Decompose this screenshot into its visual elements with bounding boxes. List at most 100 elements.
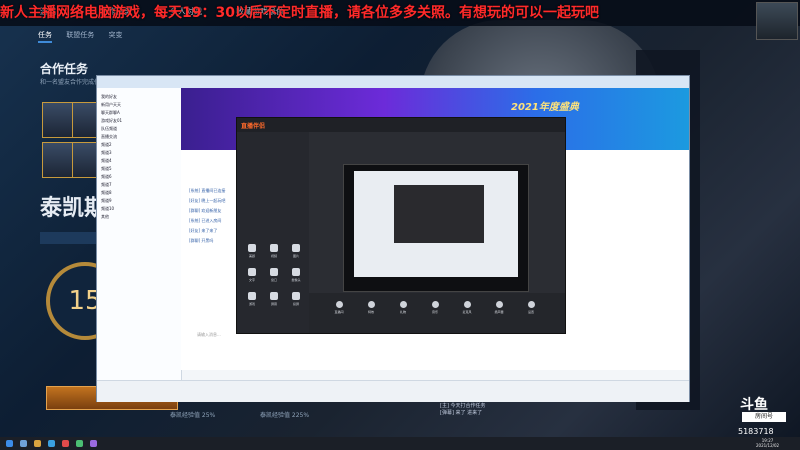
commander-portrait[interactable] [42, 102, 74, 138]
contact-item[interactable]: 频道7 [101, 182, 112, 188]
contact-item[interactable]: 频道3 [101, 150, 112, 156]
toolbar-label: 音乐 [431, 310, 438, 314]
banner-text: 2021年度盛典 [511, 102, 579, 113]
toolbar-icon [527, 301, 535, 308]
tool-button[interactable]: 摄像头 [285, 268, 307, 286]
clock-date: 2021/12/02 [756, 443, 780, 448]
contact-item[interactable]: 频道9 [101, 198, 112, 204]
contact-item[interactable]: 频道2 [101, 142, 112, 148]
toolbar-icon [367, 301, 375, 308]
taskbar-app-icon[interactable] [76, 440, 83, 447]
tool-label: 屏幕 [270, 302, 277, 306]
room-id: 5183718 [738, 427, 774, 436]
taskbar-clock[interactable]: 19:27 2021/12/02 [756, 438, 779, 448]
stream-preview[interactable] [343, 164, 529, 292]
coop-title: 合作任务 [40, 62, 89, 76]
window-bottom-bar [97, 380, 689, 402]
douyu-logo: 斗鱼 [740, 397, 768, 413]
toolbar-label: 礼物 [399, 310, 406, 314]
chat-message: [系统] 直播间已连接 [189, 188, 226, 193]
toolbar-icon [335, 301, 343, 308]
chat-message: [群聊] 开黑吗 [189, 238, 214, 243]
toolbar-label: 直播间 [334, 310, 344, 314]
stream-toolbar: 直播间 特效 礼物 音乐 麦克风 扬声器 设置 [309, 293, 565, 333]
toolbar-icon [399, 301, 407, 308]
commander-portrait[interactable] [42, 142, 74, 178]
windows-start-icon[interactable] [6, 440, 13, 447]
room-label: 房间号 [742, 412, 786, 422]
preview-screen [354, 171, 518, 277]
chat-input[interactable]: 请输入消息... [197, 332, 221, 338]
tool-label: 摄像头 [291, 278, 301, 282]
tool-button[interactable]: 美颜 [241, 244, 263, 262]
tool-label: 游戏 [248, 302, 255, 306]
toolbar-icon [463, 301, 471, 308]
tool-label: 文字 [248, 278, 255, 282]
tool-label: 窗口 [270, 278, 277, 282]
tool-icon [270, 292, 278, 300]
chat-message: [系统] 已进入房间 [189, 218, 222, 223]
tool-button[interactable]: 图片 [285, 244, 307, 262]
tool-label: 视频 [270, 254, 277, 258]
contact-item[interactable]: 游戏好友01 [101, 118, 122, 124]
streaming-app-logo: 直播伴侣 [241, 123, 266, 130]
taskbar-app-icon[interactable] [34, 440, 41, 447]
contact-item[interactable]: 直播交流 [101, 134, 117, 140]
tool-button[interactable]: 游戏 [241, 292, 263, 310]
contact-item[interactable]: 新用户天天 [101, 102, 121, 108]
subnav-missions[interactable]: 任务 [38, 31, 52, 43]
toolbar-button[interactable]: 设置 [521, 301, 541, 314]
taskbar-app-icon[interactable] [62, 440, 69, 447]
streaming-app-window: 直播伴侣 美颜 视频 图片 文字 窗口 摄像头 游戏 屏幕 投屏 直播间 特效 … [236, 117, 566, 334]
taskbar-app-icon[interactable] [48, 440, 55, 447]
contact-item[interactable]: 队伍频道 [101, 126, 117, 132]
toolbar-icon [431, 301, 439, 308]
tool-button[interactable]: 视频 [263, 244, 285, 262]
taskbar-app-icon[interactable] [90, 440, 97, 447]
tool-icon [248, 244, 256, 252]
tool-button[interactable]: 投屏 [285, 292, 307, 310]
taskbar [0, 437, 800, 450]
xp-right: 泰凯经验值 225% [260, 412, 310, 419]
toolbar-button[interactable]: 音乐 [425, 301, 445, 314]
toolbar-label: 扬声器 [494, 310, 504, 314]
contact-item[interactable]: 频道4 [101, 158, 112, 164]
tool-button[interactable]: 窗口 [263, 268, 285, 286]
toolbar-button[interactable]: 直播间 [329, 301, 349, 314]
tool-icon [248, 268, 256, 276]
contact-item[interactable]: 其他 [101, 214, 109, 220]
toolbar-button[interactable]: 麦克风 [457, 301, 477, 314]
toolbar-label: 设置 [527, 310, 534, 314]
window-titlebar[interactable] [97, 76, 689, 88]
tool-label: 图片 [292, 254, 299, 258]
tool-icon [292, 268, 300, 276]
streaming-app-header[interactable]: 直播伴侣 [237, 118, 565, 132]
toolbar-button[interactable]: 礼物 [393, 301, 413, 314]
contact-item[interactable]: 频道6 [101, 174, 112, 180]
subnav-mutation[interactable]: 突变 [108, 31, 122, 39]
chat-message: [好友] 晚上一起玩吧 [189, 198, 226, 203]
subnav-alliance[interactable]: 联盟任务 [66, 31, 94, 39]
contact-item[interactable]: 频道5 [101, 166, 112, 172]
chat-message: [群聊] 欢迎新朋友 [189, 208, 222, 213]
tool-panel: 美颜 视频 图片 文字 窗口 摄像头 游戏 屏幕 投屏 [237, 132, 309, 333]
tool-icon [248, 292, 256, 300]
contact-item[interactable]: 频道10 [101, 206, 114, 212]
danmaku-message: [弹幕] 来了 进来了 [440, 410, 483, 416]
contact-item[interactable]: 频道8 [101, 190, 112, 196]
contact-item[interactable]: 聊天群聊A [101, 110, 120, 116]
game-sub-nav: 任务 联盟任务 突变 [38, 30, 134, 43]
contact-item[interactable]: 我的好友 [101, 94, 117, 100]
xp-left: 泰凯经验值 25% [170, 412, 216, 419]
danmaku-message: [主] 今天打合作任务 [440, 403, 486, 409]
toolbar-label: 特效 [367, 310, 374, 314]
tool-label: 投屏 [292, 302, 299, 306]
preview-nested-window [394, 185, 484, 243]
toolbar-button[interactable]: 特效 [361, 301, 381, 314]
tool-button[interactable]: 屏幕 [263, 292, 285, 310]
tool-button[interactable]: 文字 [241, 268, 263, 286]
toolbar-button[interactable]: 扬声器 [489, 301, 509, 314]
tool-icon [292, 292, 300, 300]
taskbar-app-icon[interactable] [20, 440, 27, 447]
contact-list: 我的好友 新用户天天 聊天群聊A 游戏好友01 队伍频道 直播交流 频道2 频道… [97, 88, 182, 401]
